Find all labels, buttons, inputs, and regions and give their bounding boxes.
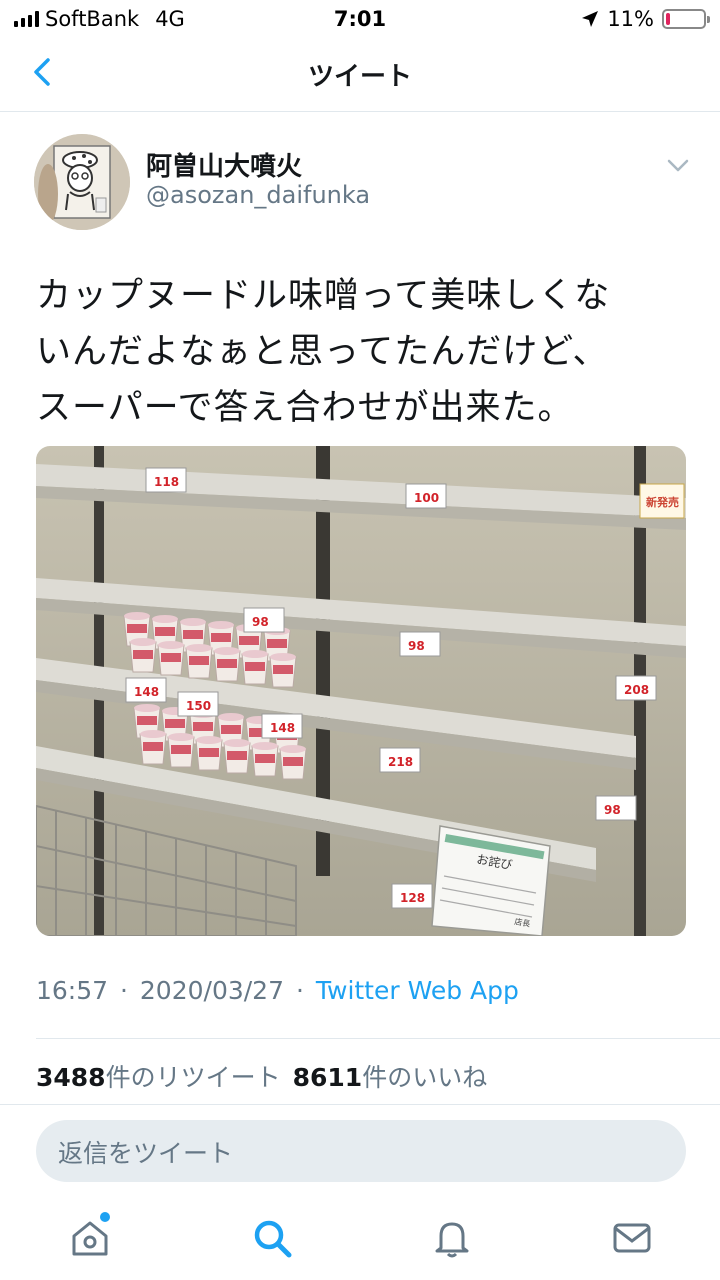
status-right: 11% [581,7,710,31]
price-tag: 118 [145,467,187,493]
cup-noodle [213,647,241,682]
avatar[interactable] [34,134,130,230]
retweets-label: 件のリツイート [105,1063,281,1092]
tweet-time: 16:57 [36,976,109,1005]
price-tag-label: 208 [624,683,649,697]
battery-percent: 11% [607,7,654,31]
price-tag-label: 218 [388,755,413,769]
cup-noodle [223,739,251,774]
likes-stat[interactable]: 8611件のいいね [293,1063,488,1092]
tweet-text: カップヌードル味噌って美味しくな いんだよなぁと思ってたんだけど、 スーパーで答… [36,276,611,428]
messages-icon[interactable] [610,1216,654,1260]
price-tag: 148 [261,713,303,739]
tweet-date: 2020/03/27 [139,976,284,1005]
location-arrow-icon [582,11,599,27]
price-tag: 208 [615,675,657,701]
cup-noodle [167,733,195,768]
user-handle[interactable]: @asozan_daifunka [146,181,370,209]
tweet-photo[interactable]: お詫び 店長 118 100 98 98 148 150 208 148 218 98 128 新発… [36,446,686,936]
price-tag: 150 [177,691,219,717]
reply-input[interactable]: 返信をツイート [36,1120,686,1182]
tab-bar [0,1198,720,1280]
page-title: ツイート [307,62,412,92]
cup-noodle [129,638,157,673]
new-release-tag: 新発売 [639,483,685,519]
divider [36,1038,720,1039]
price-tag-label: 148 [270,721,295,735]
chevron-down-icon[interactable] [664,154,692,178]
tweet-timestamp: 16:57 · 2020/03/27 · Twitter Web App [36,976,519,1005]
price-tag-label: 98 [408,639,425,653]
notifications-icon[interactable] [430,1216,474,1260]
retweets-stat[interactable]: 3488件のリツイート [36,1063,281,1092]
price-tag: 98 [243,607,285,633]
separator: · [120,976,128,1005]
battery-icon [662,9,710,29]
cup-noodle [185,644,213,679]
price-tag: 218 [379,747,421,773]
price-tag-label: 98 [252,615,269,629]
apology-notice: お詫び 店長 [431,825,551,936]
home-notification-dot [100,1212,110,1222]
likes-label: 件のいいね [362,1063,488,1092]
likes-count: 8611 [292,1063,363,1092]
price-tag: 100 [405,483,447,509]
retweets-count: 3488 [36,1063,106,1092]
price-tag: 98 [595,795,637,821]
home-icon[interactable] [68,1216,112,1260]
cup-noodle [279,745,307,780]
cup-noodle [269,653,297,688]
price-tag-label: 98 [604,803,621,817]
nav-header: ツイート [0,38,720,112]
reply-placeholder: 返信をツイート [58,1139,234,1168]
price-tag-label: 118 [154,475,179,489]
price-tag: 98 [399,631,441,657]
avatar-illustration [34,134,130,230]
search-icon[interactable] [250,1216,294,1260]
tweet-source-link[interactable]: Twitter Web App [316,976,519,1005]
price-tag: 148 [125,677,167,703]
price-tag-label: 148 [134,685,159,699]
cup-noodle [157,641,185,676]
display-name[interactable]: 阿曽山大噴火 [146,146,302,183]
new-release-label: 新発売 [646,495,679,509]
cup-noodle [195,736,223,771]
battery-level [666,13,671,25]
price-tag: 128 [391,883,433,909]
status-bar: SoftBank 4G 7:01 11% [0,0,720,38]
divider [0,1104,720,1105]
price-tag-label: 100 [414,491,439,505]
cup-noodle [241,650,269,685]
cup-noodle [251,742,279,777]
price-tag-label: 128 [400,891,425,905]
separator: · [295,976,304,1005]
tweet-stats: 3488件のリツイート 8611件のいいね [36,1058,487,1094]
supermarket-shelves-image: お詫び 店長 118 100 98 98 148 150 208 148 218 98 128 新発… [36,446,686,936]
price-tag-label: 150 [186,699,211,713]
cup-noodle [139,730,167,765]
